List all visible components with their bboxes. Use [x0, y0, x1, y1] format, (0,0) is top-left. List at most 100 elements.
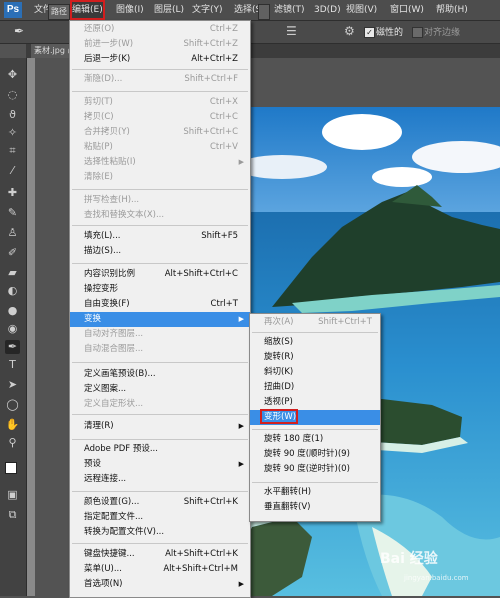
transform-menu-item[interactable]: 垂直翻转(V)	[250, 500, 380, 515]
foreground-color-swatch[interactable]	[5, 462, 17, 474]
menu-layer[interactable]: 图层(L)	[154, 0, 184, 20]
vertical-ruler	[27, 58, 35, 596]
transform-menu-item[interactable]: 透视(P)	[250, 395, 380, 410]
menu-image[interactable]: 图像(I)	[116, 0, 144, 20]
edit-menu-item-shortcut: Shift+F5	[201, 231, 238, 241]
move-tool-icon[interactable]: ✥	[5, 68, 20, 82]
edit-menu-item-shortcut: Ctrl+C	[209, 112, 238, 122]
transform-menu-item[interactable]: 缩放(S)	[250, 335, 380, 350]
edit-menu-item[interactable]: Adobe PDF 预设...	[70, 442, 250, 457]
edit-menu-item-label: 变换	[84, 314, 102, 324]
edit-menu-item-label: Adobe PDF 预设...	[84, 444, 158, 454]
edit-menu-item[interactable]: 菜单(U)... Alt+Shift+Ctrl+M	[70, 562, 250, 577]
dodge-tool-icon[interactable]: ◉	[5, 322, 20, 336]
edit-menu-item-label: 操控变形	[84, 284, 119, 294]
eraser-tool-icon[interactable]: ▰	[5, 266, 20, 280]
edit-menu-item[interactable]: 远程连接...	[70, 472, 250, 487]
edit-menu-item[interactable]: 清理(R) ▶	[70, 419, 250, 434]
edit-menu-item[interactable]: 定义画笔预设(B)...	[70, 367, 250, 382]
edit-menu-item[interactable]: 定义图案...	[70, 382, 250, 397]
paint-bucket-icon[interactable]: ◐	[5, 284, 20, 298]
menu-help[interactable]: 帮助(H)	[436, 0, 468, 20]
menu-type[interactable]: 文字(Y)	[192, 0, 223, 20]
pen-tool-active-icon[interactable]: ✒	[5, 340, 20, 354]
gear-icon[interactable]: ⚙	[344, 24, 355, 38]
lasso-tool-icon[interactable]: ϑ	[5, 108, 20, 122]
edit-menu-item-shortcut: Alt+Shift+Ctrl+K	[165, 549, 238, 559]
marquee-tool-icon[interactable]: ◌	[5, 88, 20, 102]
transform-menu-item[interactable]: 旋转 90 度(顺时针)(9)	[250, 447, 380, 462]
edit-menu-item-label: 还原(O)	[84, 24, 115, 34]
edit-menu-item[interactable]: 后退一步(K) Alt+Ctrl+Z	[70, 52, 250, 67]
path-align-icon[interactable]: ☰	[286, 24, 297, 38]
edit-menu-item[interactable]: 自由变换(F) Ctrl+T	[70, 297, 250, 312]
edit-menu-item-label: 菜单(U)...	[84, 564, 122, 574]
menu-edit[interactable]: 编辑(E)	[70, 0, 105, 20]
path-selection-icon[interactable]: ➤	[5, 378, 20, 392]
edit-menu-item[interactable]: 内容识别比例 Alt+Shift+Ctrl+C	[70, 267, 250, 282]
path-ops-button[interactable]	[258, 4, 270, 20]
transform-menu-item-label: 水平翻转(H)	[264, 487, 312, 497]
zoom-tool-icon[interactable]: ⚲	[5, 436, 20, 450]
edit-menu-item[interactable]: 预设 ▶	[70, 457, 250, 472]
edit-menu-item-label: 自动对齐图层...	[84, 329, 144, 339]
edit-menu-item: 剪切(T) Ctrl+X	[70, 95, 250, 110]
magnetic-checkbox[interactable]: ✓	[364, 27, 375, 38]
brush-tool-icon[interactable]: ✎	[5, 206, 20, 220]
edit-menu-item-label: 定义画笔预设(B)...	[84, 369, 156, 379]
edit-menu-item[interactable]: 首选项(N) ▶	[70, 577, 250, 592]
transform-menu-item[interactable]: 斜切(K)	[250, 365, 380, 380]
edit-menu-item-label: 后退一步(K)	[84, 54, 131, 64]
menu-separator	[72, 491, 248, 492]
magic-wand-icon[interactable]: ✧	[5, 126, 20, 140]
transform-menu-item[interactable]: 旋转 180 度(1)	[250, 432, 380, 447]
edit-menu-item: 选择性粘贴(I) ▶	[70, 155, 250, 170]
menu-view[interactable]: 视图(V)	[346, 0, 377, 20]
edit-menu-item[interactable]: 转换为配置文件(V)...	[70, 525, 250, 540]
edit-menu-item[interactable]: 填充(L)... Shift+F5	[70, 229, 250, 244]
edit-menu-item-label: 键盘快捷键...	[84, 549, 135, 559]
transform-menu-item-label: 垂直翻转(V)	[264, 502, 311, 512]
transform-menu-item-shortcut: Shift+Ctrl+T	[318, 317, 372, 327]
edit-menu-item[interactable]: 颜色设置(G)... Shift+Ctrl+K	[70, 495, 250, 510]
edit-menu-item: 定义自定形状...	[70, 397, 250, 412]
hand-tool-icon[interactable]: ✋	[5, 418, 20, 432]
menu-separator	[72, 543, 248, 544]
transform-menu-item[interactable]: 旋转 90 度(逆时针)(0)	[250, 462, 380, 477]
healing-brush-icon[interactable]: ✚	[5, 186, 20, 200]
document-tab[interactable]: 素材.jpg @	[31, 44, 72, 58]
pen-tool-icon[interactable]: ✒	[14, 24, 24, 38]
transform-menu-item[interactable]: 旋转(R)	[250, 350, 380, 365]
edit-menu-item-label: 指定配置文件...	[84, 512, 144, 522]
menu-3d[interactable]: 3D(D)	[314, 0, 341, 20]
submenu-arrow-icon: ▶	[238, 422, 244, 430]
history-brush-icon[interactable]: ✐	[5, 246, 20, 260]
tool-mode-select[interactable]: 路径	[48, 4, 70, 20]
edit-menu-item[interactable]: 变换 ▶	[70, 312, 250, 327]
screen-mode-icon[interactable]: ⧉	[5, 508, 20, 522]
menu-filter[interactable]: 滤镜(T)	[274, 0, 305, 20]
edit-menu-item-label: 内容识别比例	[84, 269, 136, 279]
shape-tool-icon[interactable]: ◯	[5, 398, 20, 412]
edit-menu-item-shortcut: Ctrl+T	[210, 299, 238, 309]
edit-menu-item[interactable]: 指定配置文件...	[70, 510, 250, 525]
transform-menu-item-label: 扭曲(D)	[264, 382, 295, 392]
type-tool-icon[interactable]: T	[5, 358, 20, 372]
edit-menu-item[interactable]: 操控变形	[70, 282, 250, 297]
edit-menu-item-shortcut: Ctrl+V	[209, 142, 238, 152]
menu-window[interactable]: 窗口(W)	[390, 0, 424, 20]
edit-menu-item[interactable]: 描边(S)...	[70, 244, 250, 259]
edit-menu-item-shortcut: Alt+Ctrl+Z	[191, 54, 238, 64]
edit-menu-item: 拼写检查(H)...	[70, 193, 250, 208]
edit-menu-item[interactable]: 键盘快捷键... Alt+Shift+Ctrl+K	[70, 547, 250, 562]
stamp-tool-icon[interactable]: ♙	[5, 226, 20, 240]
blur-tool-icon[interactable]: ●	[5, 304, 20, 318]
eyedropper-icon[interactable]: ⁄	[5, 164, 20, 178]
transform-menu-item[interactable]: 水平翻转(H)	[250, 485, 380, 500]
crop-tool-icon[interactable]: ⌗	[5, 144, 20, 158]
warp-highlight-box	[260, 409, 298, 424]
quick-mask-icon[interactable]: ▣	[5, 488, 20, 502]
align-edges-checkbox[interactable]	[412, 27, 423, 38]
transform-menu-item[interactable]: 扭曲(D)	[250, 380, 380, 395]
transform-menu-item-label: 缩放(S)	[264, 337, 294, 347]
